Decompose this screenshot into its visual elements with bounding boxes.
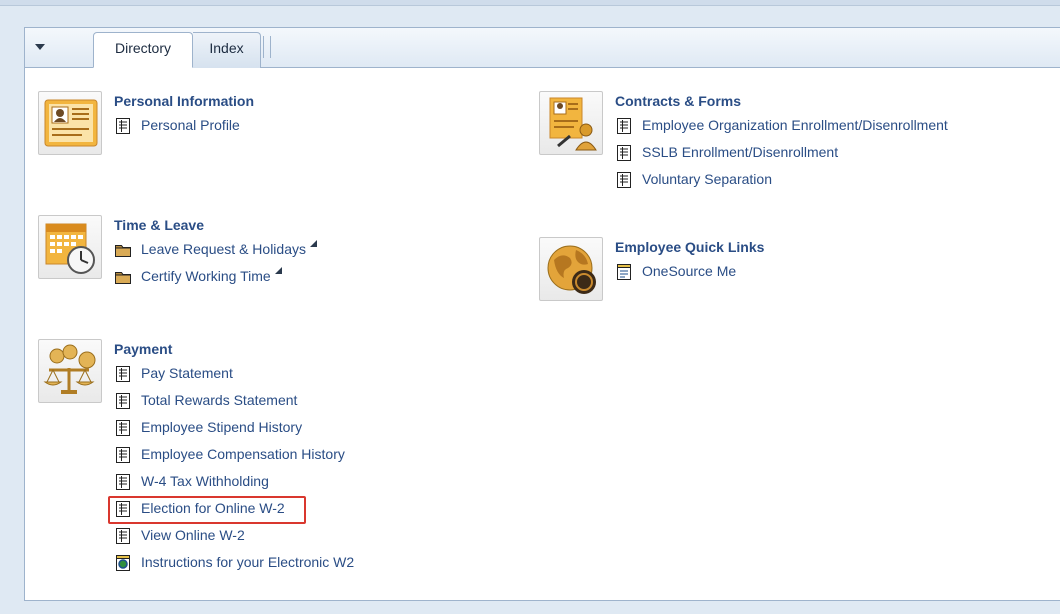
page-icon (617, 172, 631, 188)
link-sslb-enrollment[interactable]: SSLB Enrollment/Disenrollment (615, 143, 948, 170)
link-view-online-w2[interactable]: View Online W-2 (114, 526, 354, 553)
page-icon (116, 447, 130, 463)
link-label[interactable]: Employee Stipend History (141, 418, 302, 436)
folder-icon (115, 245, 131, 257)
link-label[interactable]: Employee Compensation History (141, 445, 345, 463)
link-certify-working-time[interactable]: Certify Working Time (114, 267, 317, 294)
link-voluntary-separation[interactable]: Voluntary Separation (615, 170, 948, 197)
link-instructions-electronic-w2[interactable]: Instructions for your Electronic W2 (114, 553, 354, 580)
link-label[interactable]: Personal Profile (141, 116, 240, 134)
link-label[interactable]: SSLB Enrollment/Disenrollment (642, 143, 838, 161)
web-page-icon (116, 555, 130, 571)
link-label[interactable]: Leave Request & Holidays (141, 240, 306, 258)
folder-icon (115, 272, 131, 284)
top-strip (0, 0, 1060, 6)
globe-icon (539, 237, 603, 301)
tab-overflow-handle[interactable] (263, 36, 271, 58)
id-card-icon (38, 91, 102, 155)
link-personal-profile[interactable]: Personal Profile (114, 116, 240, 143)
tab-index[interactable]: Index (193, 32, 261, 68)
page-icon (116, 118, 130, 134)
link-w4-tax-withholding[interactable]: W-4 Tax Withholding (114, 472, 354, 499)
link-employee-organization-enrollment[interactable]: Employee Organization Enrollment/Disenro… (615, 116, 948, 143)
collapse-toggle-icon[interactable] (33, 40, 49, 56)
directory-panel: Directory Index Personal Information Per… (24, 27, 1060, 601)
section-title: Personal Information (114, 93, 255, 109)
link-label[interactable]: Employee Organization Enrollment/Disenro… (642, 116, 948, 134)
section-title: Employee Quick Links (615, 239, 765, 255)
page-icon (116, 474, 130, 490)
expand-arrow-icon[interactable] (310, 240, 317, 247)
link-employee-stipend-history[interactable]: Employee Stipend History (114, 418, 354, 445)
link-label[interactable]: Instructions for your Electronic W2 (141, 553, 354, 571)
contract-icon (539, 91, 603, 155)
tab-bar: Directory Index (25, 28, 1060, 68)
web-page-icon (617, 264, 631, 280)
expand-arrow-icon[interactable] (274, 267, 282, 274)
link-pay-statement[interactable]: Pay Statement (114, 364, 354, 391)
link-label[interactable]: OneSource Me (642, 262, 736, 280)
link-onesource-me[interactable]: OneSource Me (615, 262, 736, 289)
link-label[interactable]: W-4 Tax Withholding (141, 472, 269, 490)
section-title: Time & Leave (114, 217, 205, 233)
section-title: Contracts & Forms (615, 93, 742, 109)
calendar-clock-icon (38, 215, 102, 279)
link-employee-compensation-history[interactable]: Employee Compensation History (114, 445, 354, 472)
page-icon (116, 528, 130, 544)
page-icon (116, 366, 130, 382)
page-icon (617, 118, 631, 134)
tab-directory[interactable]: Directory (93, 32, 193, 68)
section-title: Payment (114, 341, 173, 357)
page-icon (116, 393, 130, 409)
link-label[interactable]: Voluntary Separation (642, 170, 772, 188)
page-icon (116, 420, 130, 436)
page-icon (617, 145, 631, 161)
link-label[interactable]: Total Rewards Statement (141, 391, 297, 409)
highlight-box (108, 496, 306, 524)
link-leave-request-holidays[interactable]: Leave Request & Holidays (114, 240, 317, 267)
link-label[interactable]: View Online W-2 (141, 526, 245, 544)
link-label[interactable]: Pay Statement (141, 364, 233, 382)
link-total-rewards-statement[interactable]: Total Rewards Statement (114, 391, 354, 418)
link-label[interactable]: Certify Working Time (141, 267, 271, 285)
coins-scale-icon (38, 339, 102, 403)
